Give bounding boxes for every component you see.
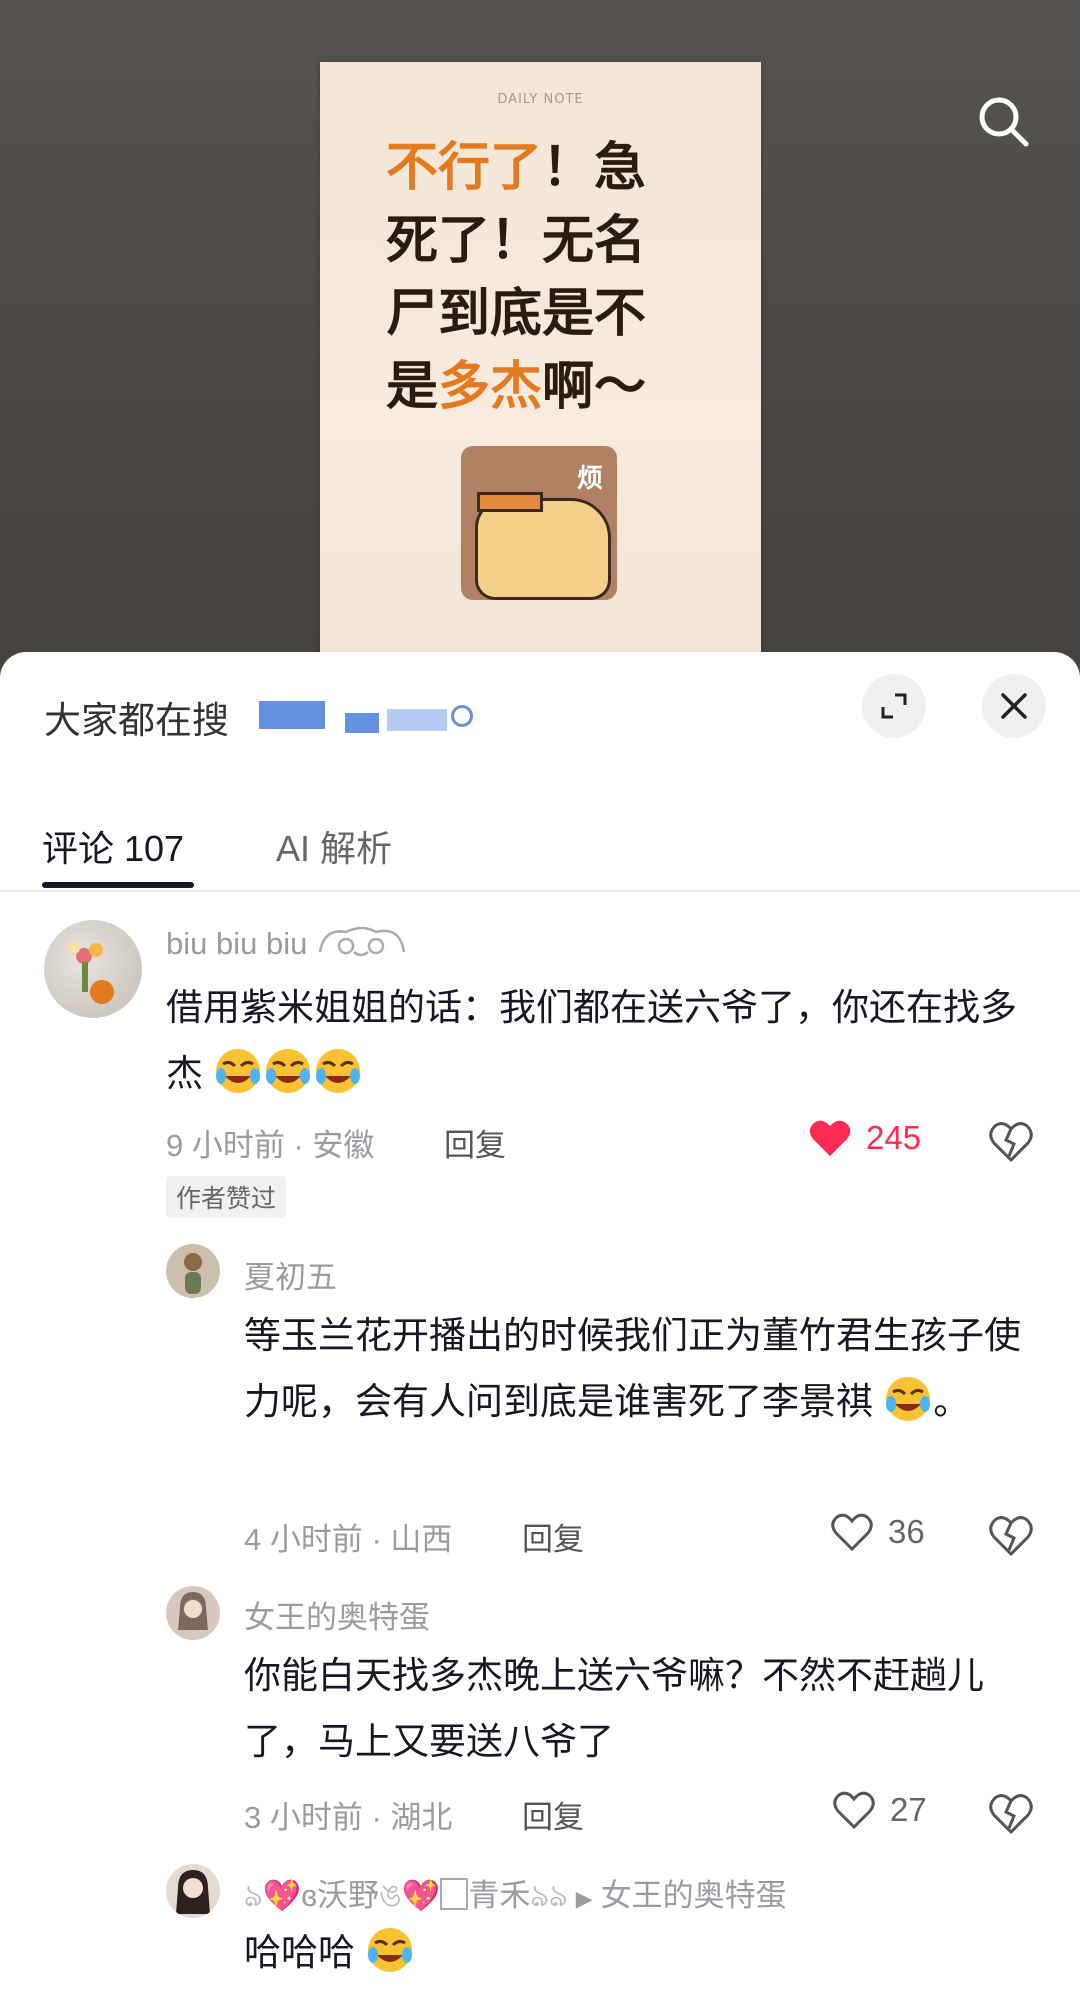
reply-arrow-icon: ▶ [575, 1886, 593, 1911]
comment-time-location: 3 小时前 · 湖北 [244, 1800, 453, 1835]
note-text-part: 不行了 [386, 138, 543, 198]
decorative-flourish-icon: ঌ [244, 1878, 263, 1913]
video-area[interactable]: DAILY NOTE 不行了！急 死了！无名 尸到底是不 是多杰啊～ 烦 [0, 0, 1080, 680]
flower-bouquet-icon [68, 942, 114, 1004]
unknown-glyph-icon [440, 1878, 469, 1910]
bear-face [475, 498, 611, 600]
username-text: 沃野 [317, 1878, 380, 1913]
note-header: DAILY NOTE [497, 92, 584, 107]
like-button[interactable]: 245 [808, 1118, 921, 1158]
tab-ai-analysis[interactable]: AI 解析 [276, 820, 392, 872]
daily-note-card: DAILY NOTE 不行了！急 死了！无名 尸到底是不 是多杰啊～ 烦 [320, 62, 761, 662]
note-text-part: 多杰 [438, 357, 543, 417]
avatar[interactable] [44, 920, 142, 1018]
crying-laughing-emoji-icon [368, 1928, 413, 1972]
author-liked-badge: 作者赞过 [166, 1176, 287, 1218]
comment-text: 你能白天找多杰晚上送六爷嘛？不然不赶趟儿了，马上又要送八爷了 [244, 1655, 984, 1762]
redacted-search-term[interactable] [259, 697, 473, 737]
note-line-3: 尸到底是不 [386, 278, 706, 351]
decorative-flourish-icon: ঙ [379, 1878, 402, 1913]
crying-laughing-emoji-icon [316, 1049, 361, 1093]
like-count: 27 [890, 1791, 927, 1828]
username-text: 青禾 [468, 1878, 531, 1913]
note-line-2: 死了！无名 [386, 205, 706, 278]
note-text-part: 啊～ [542, 357, 647, 417]
close-button[interactable] [982, 674, 1046, 738]
comment-username[interactable]: 夏初五 [244, 1252, 337, 1297]
broken-heart-icon[interactable] [988, 1118, 1034, 1164]
comment-username[interactable]: ঌ💖ɞ沃野ঙ💖 青禾ঌঌ ▶ 女王的奥特蛋 [244, 1870, 787, 1924]
crying-laughing-emoji-icon [216, 1049, 261, 1093]
note-line-1: 不行了！急 [386, 132, 706, 205]
pink-heart-icon: 💖 [262, 1878, 302, 1913]
heart-outline-icon [831, 1513, 873, 1552]
expand-button[interactable] [862, 674, 926, 738]
comment-time-location: 4 小时前 · 山西 [244, 1522, 453, 1557]
avatar[interactable] [166, 1586, 220, 1640]
reply-button[interactable]: 回复 [444, 1120, 506, 1165]
bear-crown [477, 492, 543, 512]
comment-text: 借用紫米姐姐的话：我们都在送六爷了，你还在找多杰 [166, 975, 1036, 1107]
broken-heart-icon[interactable] [988, 1512, 1034, 1558]
comment-username[interactable]: 女王的奥特蛋 [244, 1592, 430, 1637]
close-icon [1001, 693, 1027, 719]
heart-outline-icon [833, 1791, 875, 1830]
comment-text: 哈哈哈 [244, 1920, 1034, 1986]
hot-search-bar[interactable]: 大家都在搜 [44, 692, 473, 742]
like-count: 36 [888, 1513, 925, 1550]
reply-to-username[interactable]: 女王的奥特蛋 [601, 1878, 787, 1913]
note-text-part: 是 [386, 357, 439, 417]
figure-icon [184, 1253, 202, 1294]
note-text-part: 尸到底是不 [386, 284, 647, 344]
heart-filled-icon [809, 1120, 851, 1156]
woman-portrait-icon [176, 1870, 210, 1914]
like-button[interactable]: 36 [830, 1512, 925, 1552]
comment-text-body: 哈哈哈 [244, 1932, 355, 1973]
username-text: biu biu biu [166, 926, 308, 961]
comment-text-tail: 。 [933, 1381, 971, 1422]
tab-active-indicator [42, 882, 194, 888]
woman-portrait-icon [178, 1592, 208, 1630]
sticker-label: 烦 [576, 464, 603, 494]
crying-laughing-emoji-icon [266, 1049, 311, 1093]
decorative-flourish-icon: ঌঌ [530, 1878, 568, 1913]
comment-username[interactable]: biu biu biu [166, 922, 408, 962]
avatar[interactable] [166, 1864, 220, 1918]
bear-sticker: 烦 [461, 446, 617, 600]
user-mark-icon: ɞ [301, 1878, 318, 1913]
reply-button[interactable]: 回复 [522, 1514, 584, 1559]
broken-heart-icon[interactable] [988, 1790, 1034, 1836]
expand-icon [881, 693, 907, 719]
comment-time-location: 9 小时前 · 安徽 [166, 1128, 375, 1163]
note-line-4: 是多杰啊～ [386, 351, 706, 424]
comment-text: 等玉兰花开播出的时候我们正为董竹君生孩子使力呢，会有人问到底是谁害死了李景祺 。 [244, 1303, 1034, 1435]
face-emoticon-icon [318, 926, 406, 957]
tab-comments[interactable]: 评论 107 [42, 820, 184, 872]
note-text: 不行了！急 死了！无名 尸到底是不 是多杰啊～ [386, 132, 706, 424]
pink-heart-icon: 💖 [401, 1878, 441, 1913]
like-count: 245 [866, 1119, 922, 1156]
note-text-part: ！急 [542, 138, 647, 198]
search-icon[interactable] [976, 94, 1030, 148]
reply-button[interactable]: 回复 [522, 1792, 584, 1837]
tab-bar: 评论 107 AI 解析 [0, 802, 1080, 892]
avatar[interactable] [166, 1244, 220, 1298]
note-text-part: 死了！无名 [386, 211, 647, 271]
comments-sheet: 大家都在搜 评论 107 AI 解析 biu biu biu 借用紫米姐姐的话：… [0, 652, 1080, 2013]
crying-laughing-emoji-icon [886, 1377, 931, 1421]
like-button[interactable]: 27 [832, 1790, 927, 1830]
hot-search-label: 大家都在搜 [44, 700, 229, 741]
